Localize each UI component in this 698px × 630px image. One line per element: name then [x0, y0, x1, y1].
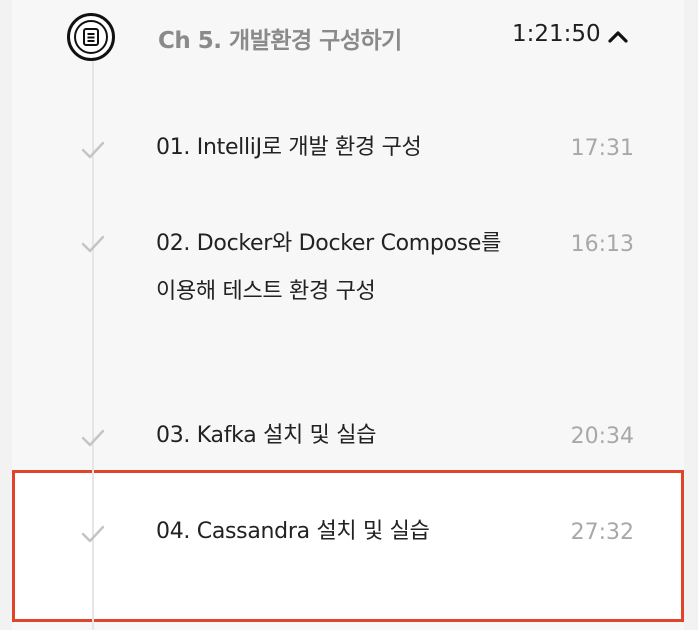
lesson-item[interactable]: 03. Kafka 설치 및 실습 20:34 — [12, 412, 684, 460]
document-list-icon — [67, 13, 115, 61]
lesson-title: 02. Docker와 Docker Compose를 이용해 테스트 환경 구… — [156, 231, 502, 304]
left-gutter — [0, 0, 12, 630]
lesson-time: 17:31 — [570, 136, 634, 161]
chapter-title[interactable]: Ch 5. 개발환경 구성하기 — [158, 21, 402, 55]
lesson-title: 04. Cassandra 설치 및 실습 — [156, 519, 430, 544]
lesson-time: 27:32 — [570, 520, 634, 545]
lesson-time: 16:13 — [570, 232, 634, 257]
check-icon — [81, 235, 105, 253]
chevron-up-icon[interactable] — [606, 26, 630, 46]
lesson-title: 03. Kafka 설치 및 실습 — [156, 423, 377, 448]
lesson-item[interactable]: 02. Docker와 Docker Compose를 이용해 테스트 환경 구… — [12, 220, 684, 364]
chapter-duration: 1:21:50 — [512, 21, 601, 47]
check-icon — [81, 429, 105, 447]
check-icon — [81, 525, 105, 543]
lesson-item-highlighted[interactable]: 04. Cassandra 설치 및 실습 27:32 — [12, 508, 684, 556]
check-icon — [81, 141, 105, 159]
lesson-item[interactable]: 01. IntelliJ로 개발 환경 구성 17:31 — [12, 124, 684, 172]
right-gutter — [684, 0, 698, 630]
lesson-title: 01. IntelliJ로 개발 환경 구성 — [156, 135, 422, 160]
lesson-time: 20:34 — [570, 424, 634, 449]
